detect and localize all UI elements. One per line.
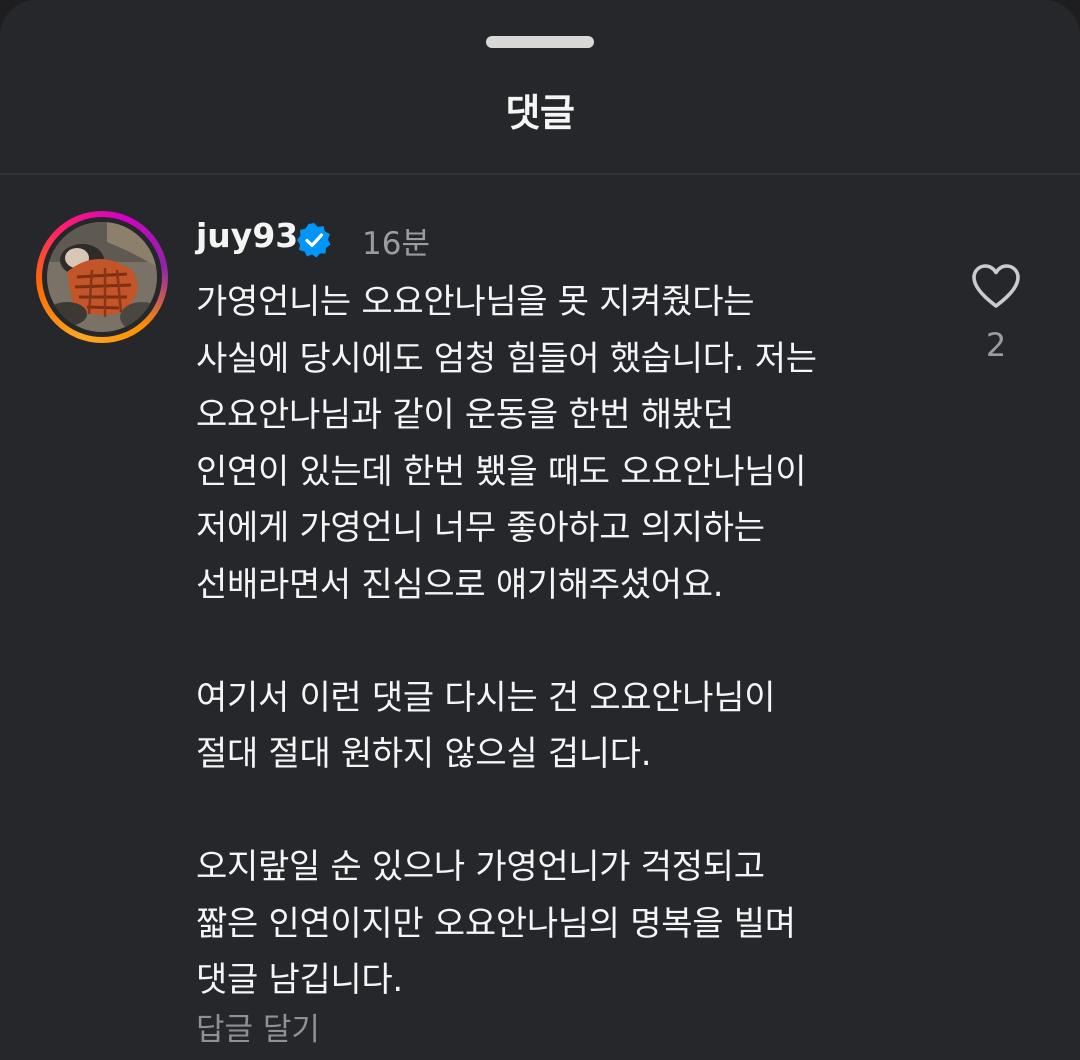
avatar[interactable]	[47, 222, 157, 332]
drag-handle[interactable]	[486, 36, 594, 48]
comment-line: 여기서 이런 댓글 다시는 건 오요안나님이	[196, 677, 776, 718]
comment-line: 절대 절대 원하지 않으실 겁니다.	[196, 734, 652, 774]
like-count: 2	[985, 326, 1007, 364]
comment-line: 저에게 가영언니 너무 좋아하고 의지하는	[196, 508, 765, 548]
comment-line: 사실에 당시에도 엄청 힘들어 했습니다. 저는	[196, 338, 817, 379]
verified-badge-icon	[296, 222, 332, 258]
comment-line: 선배라면서 진심으로 얘기해주셨어요.	[196, 564, 724, 605]
comment-timestamp: 16분	[362, 226, 430, 262]
sheet-title: 댓글	[505, 91, 575, 135]
heart-outline-icon[interactable]	[970, 262, 1022, 310]
reply-button[interactable]: 답글 달기	[196, 1004, 320, 1049]
avatar-story-ring[interactable]	[36, 211, 168, 343]
comment-line: 댓글 남깁니다.	[196, 960, 403, 1000]
comment-line: 오요안나님과 같이 운동을 한번 해봤던	[196, 395, 734, 435]
comment-line: 인연이 있는데 한번 뵀을 때도 오요안나님이	[196, 451, 807, 492]
header-divider	[0, 173, 1080, 175]
comment-line: 가영언니는 오요안나님을 못 지켜줬다는	[196, 282, 755, 322]
comment-line: 오지랖일 순 있으나 가영언니가 걱정되고	[196, 847, 765, 887]
comment-username[interactable]: juy93	[196, 216, 298, 255]
comment-text: 가영언니는 오요안나님을 못 지켜줬다는 사실에 당시에도 엄청 힘들어 했습니…	[196, 274, 956, 1009]
comments-sheet: 댓글 juy93 16분 가영언니는 오요안나님을 못 지켜줬다는 사실에 당시…	[0, 0, 1080, 1060]
comment-line: 짧은 인연이지만 오요안나님의 명복을 빌며	[196, 903, 796, 944]
